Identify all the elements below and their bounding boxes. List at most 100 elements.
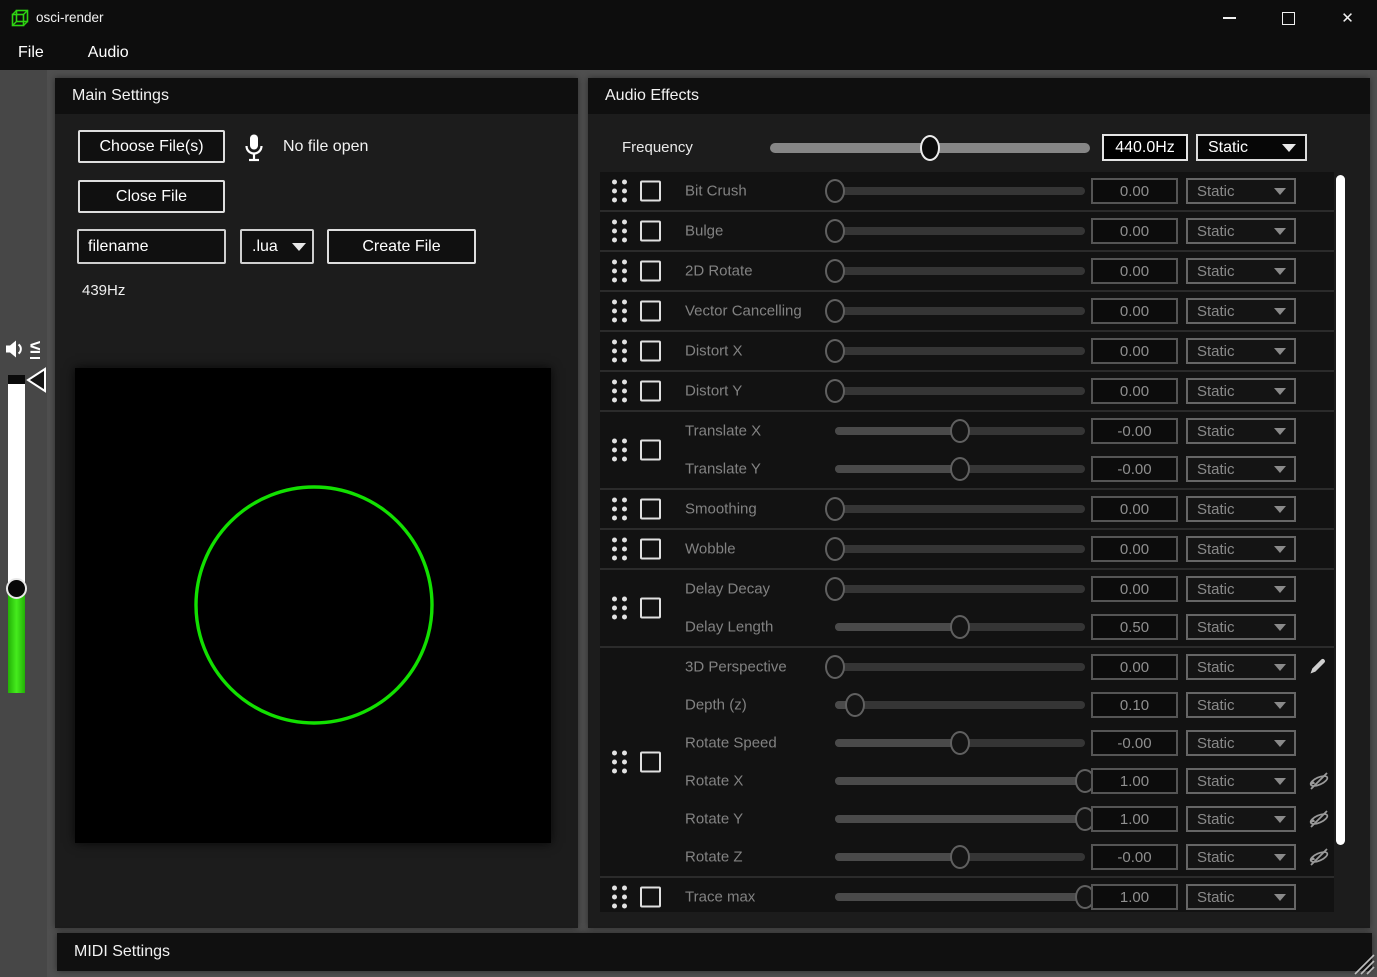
choose-files-button[interactable]: Choose File(s) — [78, 130, 225, 163]
effect-slider[interactable] — [835, 777, 1085, 785]
frequency-mode-dropdown[interactable]: Static — [1196, 134, 1307, 161]
effect-mode-dropdown[interactable]: Static — [1186, 338, 1296, 364]
effect-mode-dropdown[interactable]: Static — [1186, 378, 1296, 404]
create-file-button[interactable]: Create File — [327, 229, 476, 264]
effect-value-box[interactable]: 0.00 — [1091, 576, 1178, 602]
effect-value-box[interactable]: 0.00 — [1091, 338, 1178, 364]
effect-slider[interactable] — [835, 545, 1085, 553]
effect-slider-thumb[interactable] — [825, 339, 845, 363]
effect-slider-track[interactable] — [835, 227, 1085, 235]
effect-slider-thumb[interactable] — [825, 259, 845, 283]
menu-audio[interactable]: Audio — [78, 40, 139, 66]
effect-mode-dropdown[interactable]: Static — [1186, 178, 1296, 204]
rotate-axis-icon[interactable] — [1308, 846, 1330, 868]
effect-mode-dropdown[interactable]: Static — [1186, 576, 1296, 602]
speaker-icon[interactable] — [5, 338, 27, 360]
effect-slider-thumb[interactable] — [845, 693, 865, 717]
volume-thumb[interactable] — [6, 578, 27, 599]
effect-value-box[interactable]: 1.00 — [1091, 768, 1178, 794]
effect-slider-track[interactable] — [835, 387, 1085, 395]
effect-value-box[interactable]: 1.00 — [1091, 884, 1178, 910]
effect-slider-thumb[interactable] — [950, 457, 970, 481]
effect-value-box[interactable]: 0.00 — [1091, 218, 1178, 244]
effect-slider-track[interactable] — [835, 307, 1085, 315]
effect-slider[interactable] — [835, 853, 1085, 861]
close-button[interactable]: ✕ — [1318, 0, 1377, 36]
effect-slider-track[interactable] — [835, 545, 1085, 553]
resize-grip-icon[interactable] — [1349, 949, 1375, 975]
volume-marker-icon[interactable] — [26, 367, 47, 393]
effect-slider-thumb[interactable] — [825, 537, 845, 561]
effects-scrollbar[interactable] — [1336, 175, 1345, 845]
effect-slider-thumb[interactable] — [950, 731, 970, 755]
effect-slider-track[interactable] — [835, 701, 1085, 709]
effect-slider[interactable] — [835, 227, 1085, 235]
effect-mode-dropdown[interactable]: Static — [1186, 496, 1296, 522]
effect-mode-dropdown[interactable]: Static — [1186, 418, 1296, 444]
file-extension-dropdown[interactable]: .lua — [240, 229, 314, 264]
effect-slider[interactable] — [835, 623, 1085, 631]
effect-value-box[interactable]: -0.00 — [1091, 844, 1178, 870]
frequency-value-box[interactable]: 440.0Hz — [1102, 134, 1188, 161]
frequency-slider[interactable] — [770, 142, 1090, 154]
effect-slider[interactable] — [835, 427, 1085, 435]
effect-slider[interactable] — [835, 465, 1085, 473]
threshold-icon[interactable]: ≤ — [30, 339, 40, 359]
effect-slider[interactable] — [835, 739, 1085, 747]
effect-slider[interactable] — [835, 585, 1085, 593]
effect-slider[interactable] — [835, 815, 1085, 823]
effect-slider[interactable] — [835, 893, 1085, 901]
effect-slider-thumb[interactable] — [825, 299, 845, 323]
effect-mode-dropdown[interactable]: Static — [1186, 258, 1296, 284]
effect-value-box[interactable]: 0.00 — [1091, 258, 1178, 284]
effect-mode-dropdown[interactable]: Static — [1186, 536, 1296, 562]
effect-slider-track[interactable] — [835, 663, 1085, 671]
effect-slider-thumb[interactable] — [825, 655, 845, 679]
effect-value-box[interactable]: -0.00 — [1091, 456, 1178, 482]
minimize-button[interactable] — [1200, 0, 1259, 36]
effect-slider-thumb[interactable] — [950, 419, 970, 443]
effect-slider-thumb[interactable] — [825, 577, 845, 601]
effect-value-box[interactable]: 0.00 — [1091, 536, 1178, 562]
effect-mode-dropdown[interactable]: Static — [1186, 614, 1296, 640]
effect-mode-dropdown[interactable]: Static — [1186, 884, 1296, 910]
effect-value-box[interactable]: 0.00 — [1091, 378, 1178, 404]
effect-value-box[interactable]: 0.00 — [1091, 654, 1178, 680]
midi-settings-header[interactable]: MIDI Settings — [57, 933, 1372, 971]
effect-slider-track[interactable] — [835, 267, 1085, 275]
effect-slider[interactable] — [835, 187, 1085, 195]
effect-slider-thumb[interactable] — [825, 179, 845, 203]
effect-slider-track[interactable] — [835, 187, 1085, 195]
effect-slider[interactable] — [835, 267, 1085, 275]
effect-mode-dropdown[interactable]: Static — [1186, 456, 1296, 482]
microphone-icon[interactable] — [243, 133, 265, 163]
effect-mode-dropdown[interactable]: Static — [1186, 806, 1296, 832]
effect-slider[interactable] — [835, 307, 1085, 315]
effect-value-box[interactable]: 0.00 — [1091, 298, 1178, 324]
effect-slider[interactable] — [835, 505, 1085, 513]
rotate-axis-icon[interactable] — [1308, 770, 1330, 792]
effect-mode-dropdown[interactable]: Static — [1186, 298, 1296, 324]
effect-slider-thumb[interactable] — [950, 615, 970, 639]
effect-mode-dropdown[interactable]: Static — [1186, 768, 1296, 794]
title-bar[interactable]: osci-render ✕ — [0, 0, 1377, 36]
effect-mode-dropdown[interactable]: Static — [1186, 654, 1296, 680]
effect-value-box[interactable]: 0.00 — [1091, 496, 1178, 522]
effect-slider[interactable] — [835, 663, 1085, 671]
effect-slider[interactable] — [835, 387, 1085, 395]
effect-slider-thumb[interactable] — [825, 379, 845, 403]
effect-slider-track[interactable] — [835, 347, 1085, 355]
effect-mode-dropdown[interactable]: Static — [1186, 218, 1296, 244]
filename-input[interactable] — [77, 229, 226, 264]
effect-mode-dropdown[interactable]: Static — [1186, 844, 1296, 870]
menu-file[interactable]: File — [8, 40, 54, 66]
rotate-axis-icon[interactable] — [1308, 808, 1330, 830]
effect-value-box[interactable]: 0.10 — [1091, 692, 1178, 718]
effect-value-box[interactable]: 0.50 — [1091, 614, 1178, 640]
maximize-button[interactable] — [1259, 0, 1318, 36]
effect-mode-dropdown[interactable]: Static — [1186, 730, 1296, 756]
frequency-slider-thumb[interactable] — [920, 135, 940, 161]
effect-slider-thumb[interactable] — [825, 219, 845, 243]
close-file-button[interactable]: Close File — [78, 180, 225, 213]
effect-mode-dropdown[interactable]: Static — [1186, 692, 1296, 718]
